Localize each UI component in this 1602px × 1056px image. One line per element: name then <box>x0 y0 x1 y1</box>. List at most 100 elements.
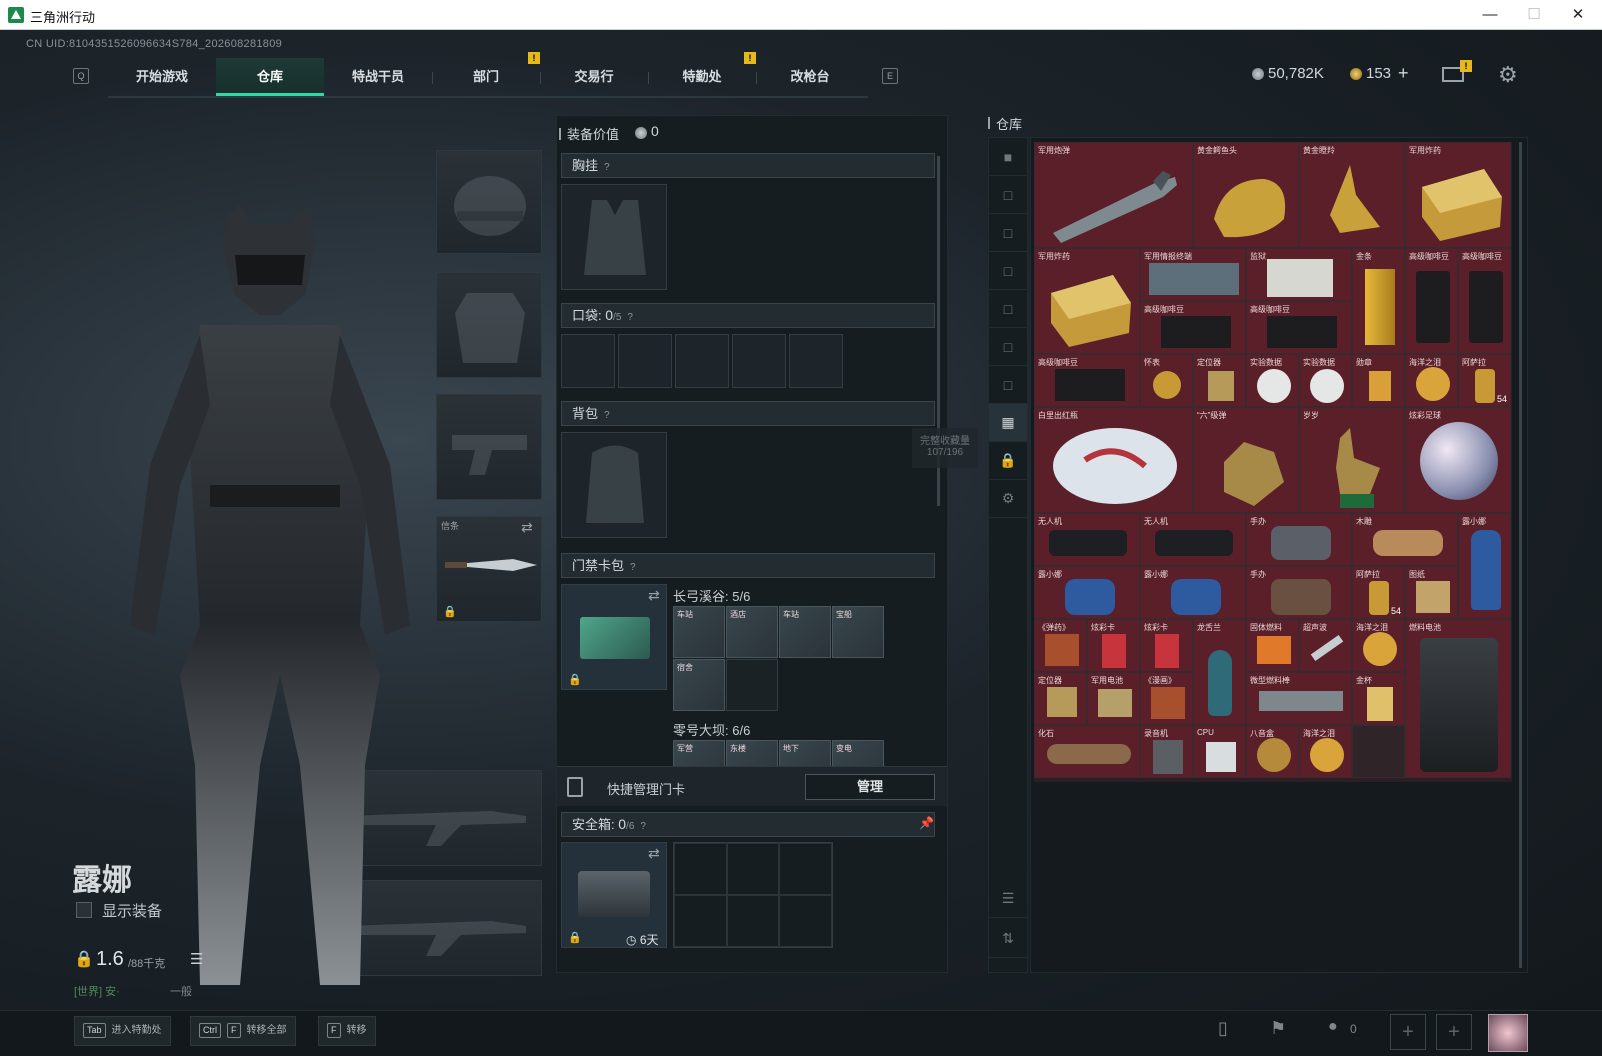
help-icon[interactable]: ? <box>627 312 633 323</box>
item-cell[interactable]: 黄金瞪羚 <box>1299 142 1405 248</box>
keycard-case-slot[interactable]: ⇄ 🔒 <box>561 584 667 690</box>
keycard-item[interactable]: 车站 <box>673 606 725 658</box>
warehouse-tab-collection[interactable]: ▦ <box>989 404 1027 442</box>
keycard-empty-slot[interactable] <box>726 659 778 711</box>
item-cell[interactable]: 黄金鳄鱼头 <box>1193 142 1299 248</box>
item-cell[interactable]: 白里出红瓶 <box>1034 407 1193 513</box>
help-icon[interactable]: ? <box>630 562 636 573</box>
pocket-slot[interactable] <box>675 334 729 388</box>
item-cell[interactable]: 军用炮弹 <box>1034 142 1193 248</box>
safe-slot[interactable] <box>726 843 780 895</box>
item-cell[interactable]: 微型燃料棒 <box>1246 672 1352 725</box>
backpack-slot[interactable] <box>561 432 667 538</box>
item-cell[interactable]: 固体燃料 <box>1246 619 1299 672</box>
item-cell[interactable]: “六”级弹 <box>1193 407 1299 513</box>
keycard-item[interactable]: 酒店 <box>726 606 778 658</box>
player-avatar[interactable] <box>1488 1014 1528 1052</box>
item-cell[interactable]: 金条 <box>1352 248 1405 354</box>
item-cell[interactable]: 定位器 <box>1193 354 1246 407</box>
item-cell[interactable]: 高级咖啡豆 <box>1140 301 1246 354</box>
item-cell[interactable]: 定位器 <box>1034 672 1087 725</box>
keycard-item[interactable]: 东楼 <box>726 740 778 766</box>
friends-icon[interactable]: ● <box>1328 1018 1338 1036</box>
weight-detail-icon[interactable]: ☰ <box>190 950 203 968</box>
item-cell[interactable]: 无人机 <box>1034 513 1140 566</box>
invite-slot-1[interactable]: + <box>1390 1014 1426 1050</box>
item-cell[interactable]: 高级咖啡豆 <box>1405 248 1458 354</box>
item-cell[interactable]: 超声波 <box>1299 619 1352 672</box>
item-cell[interactable]: 炫彩卡 <box>1140 619 1193 672</box>
item-cell[interactable]: 露小娜 <box>1034 566 1140 619</box>
hint-enter-special-ops[interactable]: Tab 进入特勤处 <box>74 1016 171 1046</box>
item-cell[interactable]: 实验数据 <box>1246 354 1299 407</box>
show-equipment-checkbox[interactable] <box>76 902 92 918</box>
helmet-slot[interactable] <box>436 150 542 254</box>
item-cell[interactable]: 露小娜 <box>1140 566 1246 619</box>
item-cell[interactable]: 木雕 <box>1352 513 1458 566</box>
tab-gunsmith[interactable]: 改枪台 <box>756 58 864 96</box>
item-cell[interactable]: 怀表 <box>1140 354 1193 407</box>
item-cell[interactable]: 监狱 <box>1246 248 1352 301</box>
armor-slot[interactable] <box>436 272 542 378</box>
warehouse-tab-6[interactable]: □ <box>989 366 1027 404</box>
item-cell[interactable]: 实验数据 <box>1299 354 1352 407</box>
pocket-slot[interactable] <box>789 334 843 388</box>
safe-slot[interactable] <box>726 895 780 947</box>
safe-slot[interactable] <box>674 895 727 947</box>
item-cell[interactable]: 炫彩卡 <box>1087 619 1140 672</box>
tab-department[interactable]: 部门 <box>432 58 540 96</box>
add-coupon-button[interactable]: + <box>1398 63 1409 84</box>
item-cell[interactable]: 海洋之泪 <box>1299 725 1352 778</box>
item-cell[interactable]: 军用电池 <box>1087 672 1140 725</box>
pin-icon[interactable]: 📌 <box>919 816 934 830</box>
item-cell[interactable]: 岁岁 <box>1299 407 1405 513</box>
tab-special-ops[interactable]: 特勤处 <box>648 58 756 96</box>
swap-icon[interactable]: ⇄ <box>648 845 660 862</box>
pocket-slot[interactable] <box>561 334 615 388</box>
item-cell[interactable]: 图纸 <box>1405 566 1458 619</box>
empty-cell[interactable] <box>1352 725 1405 778</box>
warehouse-tab-2[interactable]: □ <box>989 214 1027 252</box>
item-cell[interactable]: 化石 <box>1034 725 1140 778</box>
item-cell[interactable]: 《漫画》 <box>1140 672 1193 725</box>
chat-preview[interactable]: [世界] 安· <box>74 983 120 999</box>
keycard-item[interactable]: 宿舍 <box>673 659 725 711</box>
manage-button[interactable]: 管理 <box>805 774 935 800</box>
layers-icon[interactable]: ☰ <box>989 880 1027 918</box>
warehouse-tab-all-icon[interactable]: ■ <box>989 138 1027 176</box>
keycard-item[interactable]: 地下 <box>779 740 831 766</box>
warehouse-settings-icon[interactable]: ⚙ <box>989 480 1027 518</box>
tab-start-game[interactable]: 开始游戏 <box>108 58 216 96</box>
tab-operators[interactable]: 特战干员 <box>324 58 432 96</box>
help-icon[interactable]: ? <box>640 821 646 832</box>
settings-gear-icon[interactable]: ⚙ <box>1498 62 1518 88</box>
warehouse-tab-3[interactable]: □ <box>989 252 1027 290</box>
invite-slot-2[interactable]: + <box>1436 1014 1472 1050</box>
hint-transfer[interactable]: F 转移 <box>318 1016 376 1046</box>
item-cell[interactable]: 海洋之泪 <box>1352 619 1405 672</box>
sidearm-slot[interactable] <box>436 394 542 500</box>
item-cell[interactable]: 海洋之泪 <box>1405 354 1458 407</box>
item-cell[interactable]: 露小娜 <box>1458 513 1511 619</box>
item-cell[interactable]: 阿萨拉 54 <box>1458 354 1511 407</box>
warehouse-scrollbar[interactable] <box>1519 142 1522 968</box>
warehouse-tab-5[interactable]: □ <box>989 328 1027 366</box>
keycard-item[interactable]: 变电 <box>832 740 884 766</box>
item-cell[interactable]: 阿萨拉 54 <box>1352 566 1405 619</box>
item-cell[interactable]: 八音盒 <box>1246 725 1299 778</box>
item-cell[interactable]: 军用炸药 <box>1034 248 1140 354</box>
item-cell[interactable]: 燃料电池 <box>1405 619 1511 778</box>
item-cell[interactable]: 手办 <box>1246 513 1352 566</box>
item-cell[interactable]: 军用炸药 <box>1405 142 1511 248</box>
warehouse-tab-1[interactable]: □ <box>989 176 1027 214</box>
item-cell[interactable]: 军用情报终端 <box>1140 248 1246 301</box>
warehouse-tab-4[interactable]: □ <box>989 290 1027 328</box>
expand-icon[interactable]: ⇅ <box>989 920 1027 958</box>
pocket-slot[interactable] <box>618 334 672 388</box>
warehouse-lock-icon[interactable]: 🔒 <box>989 442 1027 480</box>
keycard-item[interactable]: 车站 <box>779 606 831 658</box>
item-cell[interactable]: 《弹药》 <box>1034 619 1087 672</box>
keycard-item[interactable]: 宝船 <box>832 606 884 658</box>
pocket-slot[interactable] <box>732 334 786 388</box>
swap-icon[interactable]: ⇄ <box>648 587 660 604</box>
